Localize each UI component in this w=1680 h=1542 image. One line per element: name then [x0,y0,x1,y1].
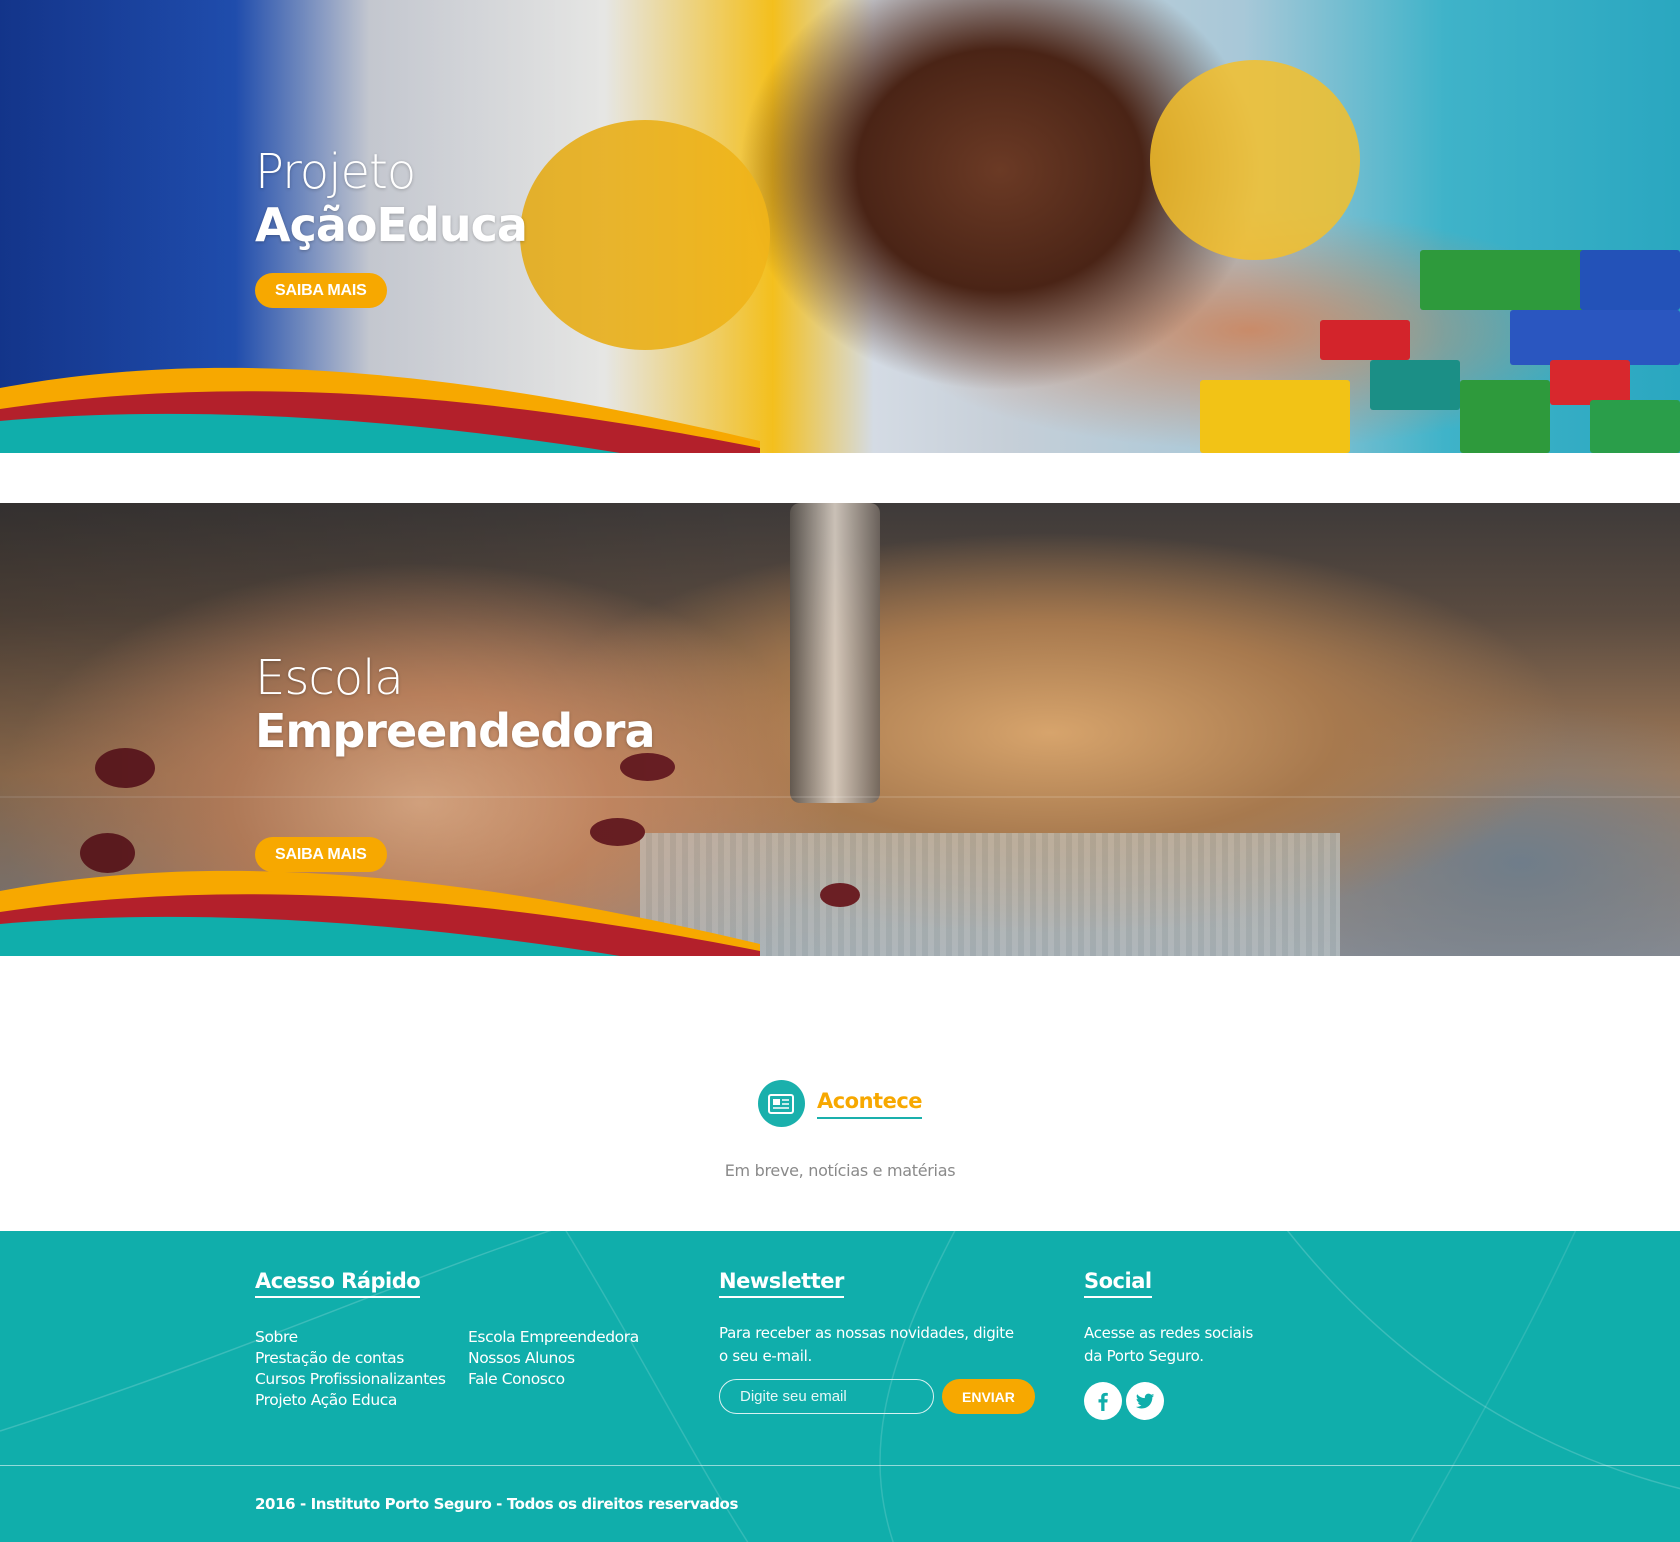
newsletter-text: Para receber as nossas novidades, digite… [719,1324,1014,1365]
banner-escola-empreendedora: Escola Empreendedora SAIBA MAIS [0,503,1680,956]
social-text: Acesse as redes sociais da Porto Seguro. [1084,1324,1253,1365]
footer-divider [0,1465,1680,1466]
newsletter-form: ENVIAR [719,1379,1035,1414]
social-title: Social [1084,1269,1152,1298]
acontece-subtitle: Em breve, notícias e matérias [724,1161,956,1180]
footer-link-nossos-alunos[interactable]: Nossos Alunos [468,1348,648,1369]
acontece-title[interactable]: Acontece [816,1089,923,1119]
footer-link-cursos[interactable]: Cursos Profissionalizantes [255,1369,465,1390]
site-footer: Acesso Rápido Sobre Prestação de contas … [0,1231,1680,1542]
saiba-mais-button[interactable]: SAIBA MAIS [255,837,387,872]
banner-projeto-acao-educa: Projeto AçãoEduca SAIBA MAIS [0,0,1680,453]
facebook-icon[interactable] [1084,1382,1122,1420]
footer-link-projeto-acao-educa[interactable]: Projeto Ação Educa [255,1390,465,1411]
saiba-mais-button[interactable]: SAIBA MAIS [255,273,387,308]
decorative-wave [0,367,760,453]
newspaper-icon [757,1080,805,1127]
banner-title-line1: Escola [255,650,404,706]
banner-title-line2: AçãoEduca [255,198,528,252]
banner-title-line2: Empreendedora [255,704,655,758]
quick-access-title: Acesso Rápido [255,1269,421,1298]
footer-link-prestacao-contas[interactable]: Prestação de contas [255,1348,465,1369]
footer-link-sobre[interactable]: Sobre [255,1327,465,1348]
newsletter-title: Newsletter [719,1269,844,1298]
footer-link-escola-empreendedora[interactable]: Escola Empreendedora [468,1327,648,1348]
footer-link-fale-conosco[interactable]: Fale Conosco [468,1369,648,1390]
newsletter-email-input[interactable] [719,1379,934,1414]
acontece-section: Acontece Em breve, notícias e matérias [0,1080,1680,1180]
banner-title-line1: Projeto [255,144,416,200]
copyright-text: 2016 - Instituto Porto Seguro - Todos os… [255,1495,738,1513]
twitter-icon[interactable] [1126,1382,1164,1420]
enviar-button[interactable]: ENVIAR [942,1379,1035,1414]
